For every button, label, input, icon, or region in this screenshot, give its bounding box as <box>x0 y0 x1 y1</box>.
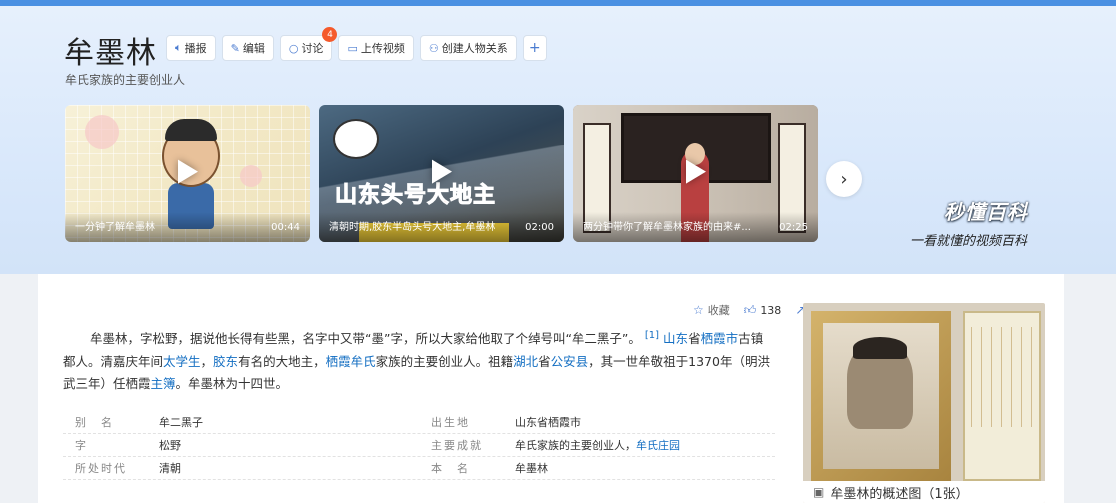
sticker-face-icon <box>333 119 379 159</box>
create-relation-label: 创建人物关系 <box>441 42 508 55</box>
video-title: 清朝时期,胶东半岛头号大地主,牟墨林 <box>329 222 496 233</box>
chat-icon: ○ <box>288 41 299 55</box>
like-count: 138 <box>760 303 782 317</box>
cartoon-hat <box>165 119 217 141</box>
decor-dot <box>240 165 262 187</box>
info-row: 别 名 牟二黑子 出生地 山东省栖霞市 <box>63 411 775 434</box>
link-qixia-mu[interactable]: 栖霞牟氏 <box>326 354 376 369</box>
info-label: 本 名 <box>431 462 470 475</box>
info-row: 字 松野 主要成就 牟氏家族的主要创业人，牟氏庄园 <box>63 434 775 457</box>
upload-video-button[interactable]: ▭ 上传视频 <box>338 35 414 61</box>
play-icon <box>685 159 706 184</box>
link-jiaodong[interactable]: 胶东 <box>213 354 238 369</box>
image-icon: ▣ <box>813 485 825 499</box>
thumbnail-overlay-text: 山东头号大地主 <box>334 183 497 209</box>
video-carousel: 一分钟了解牟墨林 00:44 山东头号大地主 清朝时期,胶东半岛头号大地主,牟墨… <box>65 105 818 242</box>
summary-text: 。牟墨林为十四世。 <box>175 376 289 392</box>
info-row: 所处时代 清朝 本 名 牟墨林 <box>63 457 775 480</box>
info-value: 牟二黑子 <box>159 416 203 429</box>
play-icon <box>177 159 198 184</box>
summary-text: 省 <box>538 353 551 369</box>
video-card-1[interactable]: 一分钟了解牟墨林 00:44 <box>65 105 310 242</box>
summary-text: 有名的大地主， <box>238 353 326 369</box>
info-value-text: 牟氏家族的主要创业人， <box>515 439 636 452</box>
plaque-text-lines <box>971 327 1033 427</box>
page-title: 牟墨林 <box>64 36 157 71</box>
discuss-button[interactable]: ○ 讨论 4 <box>279 27 338 61</box>
video-title: 两分钟带你了解牟墨林家族的由来#... <box>583 222 751 233</box>
picture-caption[interactable]: ▣ 牟墨林的概述图（1张） <box>803 481 1045 503</box>
link-shandong[interactable]: 山东 <box>663 331 688 346</box>
picture-caption-text: 牟墨林的概述图（1张） <box>830 486 969 502</box>
favorite-label: 收藏 <box>707 304 730 317</box>
info-label: 所处时代 <box>75 462 127 475</box>
reference-link[interactable]: [1] <box>645 330 659 341</box>
video-duration: 02:25 <box>779 222 808 233</box>
summary-text: 牟墨林，字松野，据说他长得有些黑，名字中又带“墨”字，所以大家给他取了个绰号叫“… <box>90 331 641 347</box>
link-mu-manor[interactable]: 牟氏庄园 <box>636 439 680 452</box>
summary-text: 家族的主要创业人。祖籍 <box>375 353 514 369</box>
info-label: 主要成就 <box>431 439 483 452</box>
add-button[interactable]: + <box>522 35 547 61</box>
overview-picture[interactable]: ▣ 牟墨林的概述图（1张） <box>803 303 1045 503</box>
info-value: 山东省栖霞市 <box>515 416 581 429</box>
summary-text: ， <box>200 353 214 369</box>
video-duration: 00:44 <box>271 222 300 233</box>
video-card-2[interactable]: 山东头号大地主 清朝时期,胶东半岛头号大地主,牟墨林 02:00 <box>319 105 564 242</box>
relation-icon: ⚇ <box>428 41 439 55</box>
upload-video-label: 上传视频 <box>360 42 405 55</box>
video-duration: 02:00 <box>525 222 554 233</box>
link-gongan[interactable]: 公安县 <box>551 354 589 369</box>
play-icon <box>431 159 452 184</box>
basic-info-table: 别 名 牟二黑子 出生地 山东省栖霞市 字 松野 主要成就 牟氏家族的主要创业人… <box>63 411 775 480</box>
thumbs-up-icon: 👍︎ <box>743 302 757 317</box>
discuss-count-badge: 4 <box>322 27 338 42</box>
favorite-button[interactable]: ☆ 收藏 <box>693 302 730 318</box>
info-value: 松野 <box>159 439 181 452</box>
video-icon: ▭ <box>347 41 358 55</box>
broadcast-button[interactable]: 🔈︎ 播报 <box>166 35 216 61</box>
discuss-label: 讨论 <box>301 42 324 55</box>
info-value: 牟墨林 <box>515 462 548 475</box>
video-title: 一分钟了解牟墨林 <box>75 222 155 233</box>
plus-icon: + <box>528 40 541 56</box>
summary-text: 省 <box>688 331 701 347</box>
carousel-next-button[interactable]: › <box>826 161 862 197</box>
edit-button[interactable]: ✎ 编辑 <box>221 35 274 61</box>
edit-label: 编辑 <box>242 42 265 55</box>
star-icon: ☆ <box>693 303 704 317</box>
chevron-right-icon: › <box>840 168 848 190</box>
link-hubei[interactable]: 湖北 <box>513 354 538 369</box>
video-card-3[interactable]: 两分钟带你了解牟墨林家族的由来#... 02:25 <box>573 105 818 242</box>
link-qixia[interactable]: 栖霞市 <box>701 331 739 346</box>
info-value: 牟氏家族的主要创业人，牟氏庄园 <box>515 437 775 453</box>
brand-slogan: 一看就懂的视频百科 <box>910 234 1028 249</box>
broadcast-label: 播报 <box>184 42 207 55</box>
pencil-icon: ✎ <box>230 41 240 55</box>
link-zhubu[interactable]: 主簿 <box>151 376 176 391</box>
like-button[interactable]: 👍︎ 138 <box>744 302 782 318</box>
brand-logo: 秒懂百科 <box>944 200 1028 224</box>
action-bar: 🔈︎ 播报 ✎ 编辑 ○ 讨论 4 ▭ 上传视频 ⚇ 创建人物关系 + <box>166 27 547 61</box>
create-relation-button[interactable]: ⚇ 创建人物关系 <box>419 35 517 61</box>
main-content: ☆ 收藏 👍︎ 138 ↗ 21 牟墨林，字松野，据说他长得有些黑，名字中又带“… <box>38 274 1064 503</box>
info-value: 清朝 <box>159 462 181 475</box>
info-label: 别 名 <box>75 416 114 429</box>
info-label: 出生地 <box>431 416 470 429</box>
portrait-hat <box>853 337 907 359</box>
decor-dot <box>85 115 119 149</box>
page-subtitle: 牟氏家族的主要创业人 <box>65 73 186 87</box>
summary-paragraph: 牟墨林，字松野，据说他长得有些黑，名字中又带“墨”字，所以大家给他取了个绰号叫“… <box>63 325 775 396</box>
link-taixuesheng[interactable]: 太学生 <box>163 354 201 369</box>
speaker-icon: 🔈︎ <box>175 41 182 54</box>
info-label: 字 <box>75 439 88 452</box>
